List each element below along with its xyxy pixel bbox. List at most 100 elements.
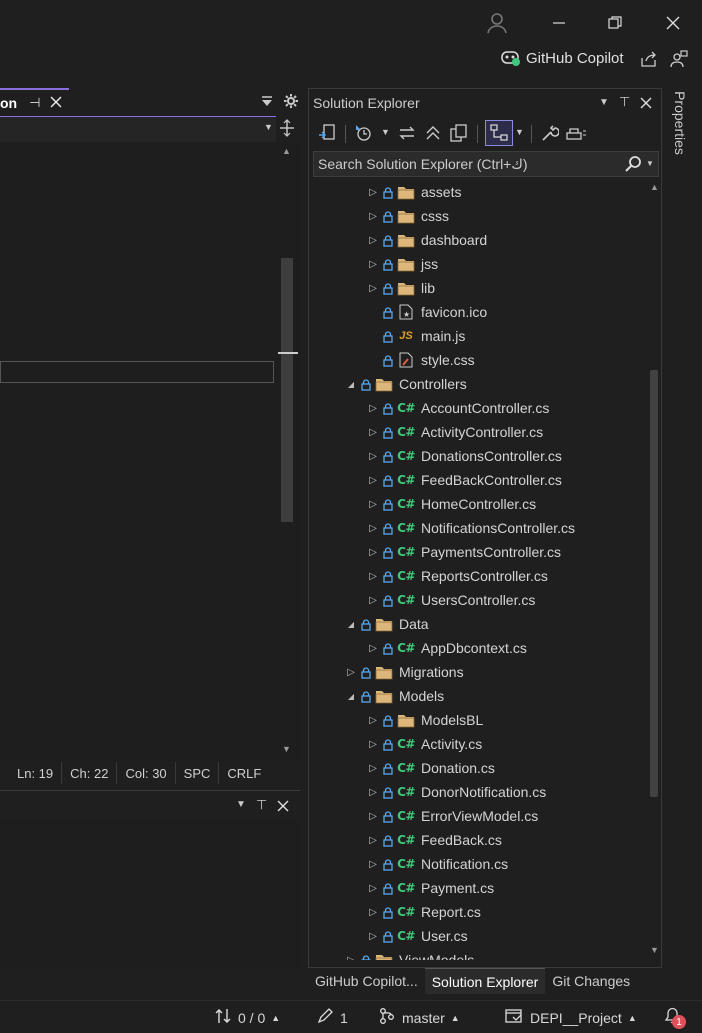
collapse-all-icon[interactable] <box>423 123 443 146</box>
se-scrollbar-thumb[interactable] <box>650 370 658 797</box>
copilot-button[interactable]: GitHub Copilot <box>500 46 624 70</box>
tree-item[interactable]: ▷ C# User.cs <box>309 924 649 948</box>
se-scroll-down-icon[interactable]: ▼ <box>650 945 659 955</box>
se-scroll-up-icon[interactable]: ▲ <box>650 182 659 192</box>
expand-arrow-icon[interactable]: ▷ <box>345 660 357 684</box>
tree-item[interactable]: ▷ C# PaymentsController.cs <box>309 540 649 564</box>
expand-arrow-icon[interactable]: ▷ <box>367 636 379 660</box>
tree-item[interactable]: ▷ C# DonorNotification.cs <box>309 780 649 804</box>
char-indicator[interactable]: Ch: 22 <box>62 762 118 784</box>
expand-arrow-icon[interactable]: ▷ <box>367 708 379 732</box>
tree-item[interactable]: ★ favicon.ico <box>309 300 649 324</box>
expand-arrow-icon[interactable]: ▷ <box>367 828 379 852</box>
editor-navigation-bar[interactable]: ▼ <box>0 116 276 142</box>
account-icon[interactable] <box>482 8 512 38</box>
scroll-up-icon[interactable]: ▲ <box>282 146 291 156</box>
tree-item[interactable]: ▷ assets <box>309 180 649 204</box>
expand-arrow-icon[interactable]: ▷ <box>367 204 379 228</box>
track-dropdown-icon[interactable]: ▼ <box>515 127 524 137</box>
expand-arrow-icon[interactable]: ▷ <box>367 420 379 444</box>
tree-item[interactable]: ▷ C# Payment.cs <box>309 876 649 900</box>
expand-arrow-icon[interactable]: ▷ <box>367 276 379 300</box>
pane-close-icon[interactable] <box>277 799 289 815</box>
se-pin-icon[interactable]: ⊤ <box>619 94 630 110</box>
editor-scrollbar[interactable]: ▲ ▼ <box>278 142 298 762</box>
tree-item[interactable]: ◢ Controllers <box>309 372 649 396</box>
tree-item[interactable]: ▷ C# UsersController.cs <box>309 588 649 612</box>
expand-arrow-icon[interactable]: ▷ <box>367 492 379 516</box>
tree-item[interactable]: ▷ jss <box>309 252 649 276</box>
edits-status[interactable]: 1 <box>316 1001 348 1033</box>
line-indicator[interactable]: Ln: 19 <box>0 762 63 784</box>
settings-icon[interactable] <box>283 93 299 112</box>
tree-item[interactable]: ▷ C# Donation.cs <box>309 756 649 780</box>
expand-arrow-icon[interactable]: ▷ <box>367 732 379 756</box>
feedback-icon[interactable] <box>664 44 694 74</box>
expand-arrow-icon[interactable]: ▷ <box>367 516 379 540</box>
close-tab-icon[interactable] <box>50 95 62 111</box>
scroll-down-icon[interactable]: ▼ <box>282 744 291 754</box>
expand-arrow-icon[interactable]: ▷ <box>367 924 379 948</box>
pending-dropdown-icon[interactable]: ▼ <box>381 127 390 137</box>
properties-wrench-icon[interactable] <box>539 123 560 146</box>
whitespace-indicator[interactable]: SPC <box>176 762 220 784</box>
search-icon[interactable] <box>624 155 642 176</box>
close-window-button[interactable] <box>658 8 688 38</box>
editor-input-box[interactable] <box>0 361 274 383</box>
expand-arrow-icon[interactable]: ▷ <box>367 900 379 924</box>
expand-arrow-icon[interactable]: ▷ <box>367 588 379 612</box>
tab-dropdown-icon[interactable] <box>260 94 274 111</box>
expand-arrow-icon[interactable]: ▷ <box>367 804 379 828</box>
tree-item[interactable]: ▷ C# FeedBackController.cs <box>309 468 649 492</box>
restore-button[interactable] <box>600 8 630 38</box>
tab-git-changes[interactable]: Git Changes <box>545 968 637 994</box>
expand-arrow-icon[interactable]: ▷ <box>367 468 379 492</box>
sync-status[interactable]: 0 / 0 ▲ <box>214 1001 280 1033</box>
tree-item[interactable]: ◢ Data <box>309 612 649 636</box>
branch-status[interactable]: master ▲ <box>378 1001 460 1033</box>
expand-arrow-icon[interactable]: ▷ <box>367 756 379 780</box>
line-ending-indicator[interactable]: CRLF <box>219 762 269 784</box>
tree-item[interactable]: ▷ C# HomeController.cs <box>309 492 649 516</box>
show-all-files-icon[interactable] <box>449 123 469 146</box>
tree-item[interactable]: JS main.js <box>309 324 649 348</box>
expand-arrow-icon[interactable]: ▷ <box>367 396 379 420</box>
search-options-icon[interactable]: ▼ <box>646 159 654 168</box>
pane-dropdown-icon[interactable]: ▼ <box>236 799 246 810</box>
project-status[interactable]: DEPI__Project ▲ <box>504 1001 637 1033</box>
tree-item[interactable]: ▷ C# NotificationsController.cs <box>309 516 649 540</box>
scrollbar-thumb[interactable] <box>281 258 293 522</box>
tree-item[interactable]: ▷ csss <box>309 204 649 228</box>
tree-item[interactable]: ▷ C# Report.cs <box>309 900 649 924</box>
expand-arrow-icon[interactable]: ▷ <box>367 564 379 588</box>
tree-item[interactable]: ▷ C# AccountController.cs <box>309 396 649 420</box>
pending-changes-icon[interactable] <box>353 123 373 146</box>
properties-side-tab[interactable]: Properties <box>666 88 696 208</box>
expand-arrow-icon[interactable]: ▷ <box>367 228 379 252</box>
tree-item[interactable]: style.css <box>309 348 649 372</box>
column-indicator[interactable]: Col: 30 <box>117 762 176 784</box>
chevron-down-icon[interactable]: ▼ <box>264 122 273 132</box>
collapse-arrow-icon[interactable]: ◢ <box>345 684 357 708</box>
tree-item[interactable]: ▷ C# AppDbcontext.cs <box>309 636 649 660</box>
tree-item[interactable]: ▷ dashboard <box>309 228 649 252</box>
editor-content[interactable] <box>0 142 300 762</box>
tree-item[interactable]: ▷ ViewModels <box>309 948 649 960</box>
collapse-arrow-icon[interactable]: ◢ <box>345 612 357 636</box>
editor-tab[interactable]: on ⊣ <box>0 88 69 116</box>
tree-item[interactable]: ▷ C# FeedBack.cs <box>309 828 649 852</box>
tree-item[interactable]: ▷ ModelsBL <box>309 708 649 732</box>
pin-icon[interactable]: ⊣ <box>29 95 40 111</box>
expand-arrow-icon[interactable]: ▷ <box>367 444 379 468</box>
tree-item[interactable]: ▷ C# ReportsController.cs <box>309 564 649 588</box>
notifications-button[interactable]: 1 <box>662 1001 686 1033</box>
solution-explorer-scrollbar[interactable]: ▲ ▼ <box>647 180 661 962</box>
tab-github-copilot[interactable]: GitHub Copilot... <box>308 968 425 994</box>
tree-item[interactable]: ▷ C# Activity.cs <box>309 732 649 756</box>
se-dropdown-icon[interactable]: ▼ <box>599 97 609 108</box>
sync-icon[interactable] <box>397 123 417 146</box>
pane-pin-icon[interactable]: ⊤ <box>256 797 267 813</box>
share-icon[interactable] <box>634 44 664 74</box>
expand-arrow-icon[interactable]: ▷ <box>367 540 379 564</box>
switch-views-icon[interactable] <box>317 123 337 146</box>
